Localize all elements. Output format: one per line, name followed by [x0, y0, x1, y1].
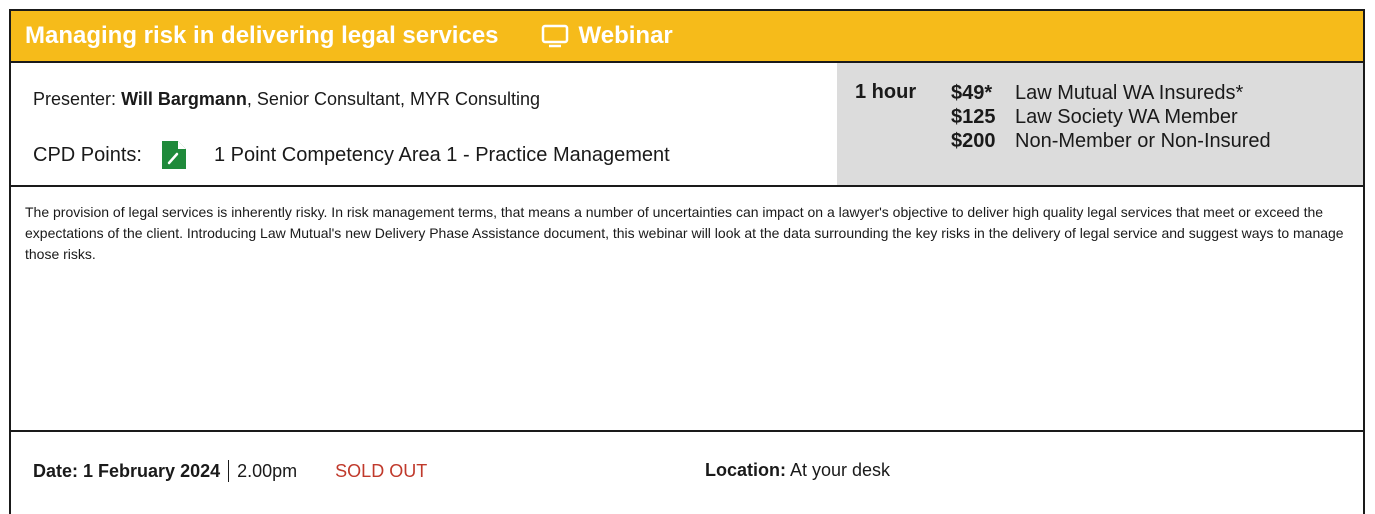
event-info-row: Presenter: Will Bargmann, Senior Consult…: [11, 63, 1363, 187]
location-value: At your desk: [790, 460, 891, 480]
presenter-line: Presenter: Will Bargmann, Senior Consult…: [33, 89, 540, 110]
event-description: The provision of legal services is inher…: [11, 187, 1363, 432]
time-value: 2.00pm: [237, 460, 298, 481]
price-amount: $49*: [951, 82, 993, 104]
location-line: Location: At your desk: [705, 460, 890, 481]
price-label: Non-Member or Non-Insured: [1015, 130, 1271, 152]
event-card: Managing risk in delivering legal servic…: [9, 9, 1365, 514]
price-label: Law Society WA Member: [1015, 106, 1238, 128]
event-header: Managing risk in delivering legal servic…: [11, 11, 1363, 63]
presenter-label: Presenter:: [33, 89, 117, 109]
pricing-section: 1 hour $49* Law Mutual WA Insureds* $125…: [837, 63, 1363, 185]
price-amount: $200: [951, 130, 996, 152]
price-row: $125 Law Society WA Member: [951, 105, 1271, 129]
presenter-name: Will Bargmann: [121, 89, 247, 109]
cpd-text: 1 Point Competency Area 1 - Practice Man…: [213, 143, 670, 166]
event-footer: Date: 1 February 2024 2.00pm SOLD OUT Lo…: [11, 432, 1363, 512]
price-amount: $125: [951, 106, 996, 128]
cpd-label: CPD Points:: [33, 143, 142, 166]
divider: [228, 460, 230, 482]
monitor-icon: [541, 22, 569, 50]
duration: 1 hour: [855, 81, 917, 103]
price-list: $49* Law Mutual WA Insureds* $125 Law So…: [951, 81, 1271, 153]
event-type-label: Webinar: [578, 22, 673, 49]
presenter-section: Presenter: Will Bargmann, Senior Consult…: [11, 63, 837, 185]
location-label: Location:: [705, 460, 786, 480]
date-line: Date: 1 February 2024 2.00pm SOLD OUT: [33, 460, 427, 482]
date-value: 1 February 2024: [83, 460, 221, 481]
cpd-line: CPD Points: 1 Point Competency Area 1 - …: [33, 139, 670, 171]
price-row: $49* Law Mutual WA Insureds*: [951, 81, 1271, 105]
presenter-role: , Senior Consultant, MYR Consulting: [246, 89, 541, 109]
price-label: Law Mutual WA Insureds*: [1015, 82, 1244, 104]
status-badge: SOLD OUT: [335, 460, 428, 481]
document-edit-icon: [160, 139, 188, 171]
price-row: $200 Non-Member or Non-Insured: [951, 129, 1271, 153]
event-title: Managing risk in delivering legal servic…: [25, 22, 499, 49]
date-label: Date:: [33, 460, 79, 481]
